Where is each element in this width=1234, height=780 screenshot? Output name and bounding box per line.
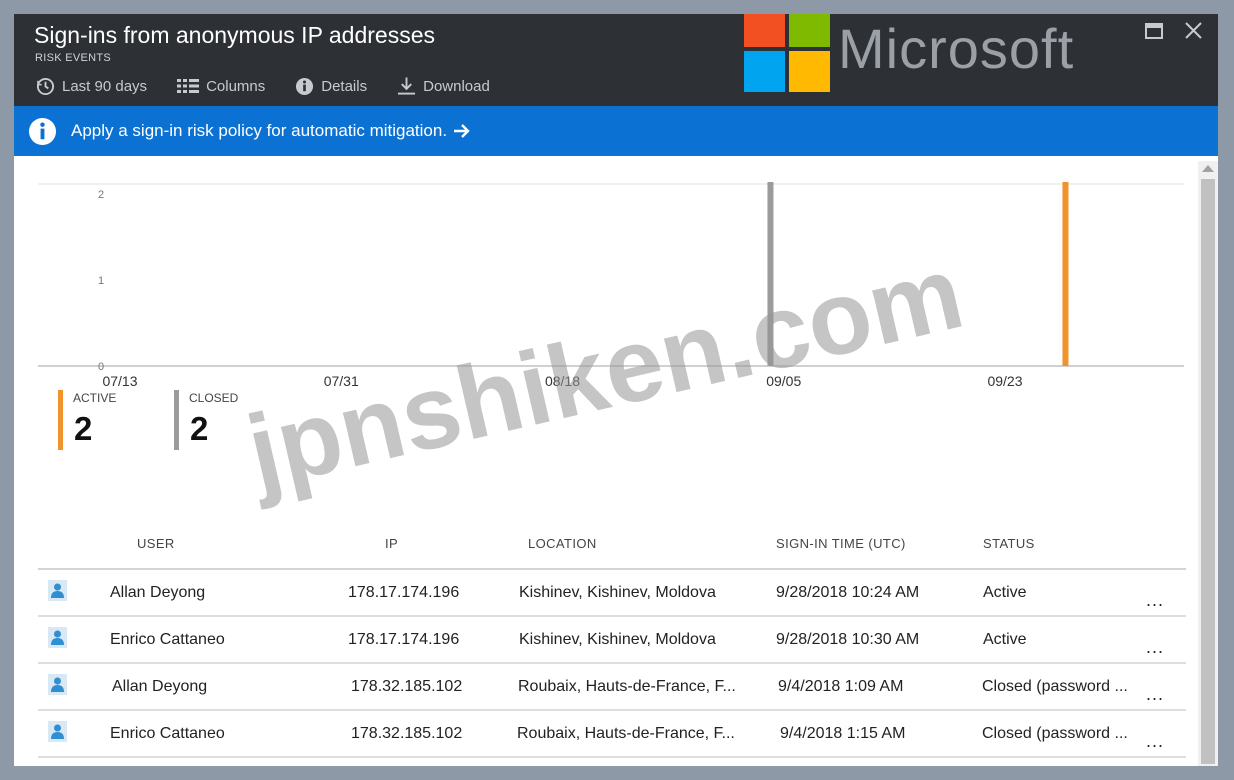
x-tick-label: 07/31	[324, 373, 359, 389]
user-icon	[48, 580, 67, 601]
maximize-icon[interactable]	[1145, 22, 1163, 39]
banner-text[interactable]: Apply a sign-in risk policy for automati…	[71, 121, 447, 141]
scroll-up-arrow-icon[interactable]	[1202, 165, 1214, 172]
logo-green-square	[789, 14, 830, 47]
blade-header: Sign-ins from anonymous IP addresses RIS…	[14, 14, 1218, 106]
chart-svg: 0 1 2 07/13 07/31 08/18 09/05 09/23	[38, 182, 1184, 389]
cell-ip: 178.32.185.102	[351, 678, 463, 695]
last-90-days-button[interactable]: Last 90 days	[36, 77, 147, 96]
row-more-options-button[interactable]: ...	[1146, 684, 1164, 705]
last-90-days-label: Last 90 days	[62, 77, 148, 95]
download-button[interactable]: Download	[397, 76, 490, 96]
row-more-options-button[interactable]: ...	[1146, 731, 1164, 752]
cell-status: Active	[983, 584, 1027, 601]
legend-closed-value: 2	[190, 410, 209, 447]
user-icon	[48, 674, 67, 695]
cell-location: Kishinev, Kishinev, Moldova	[519, 584, 716, 601]
risk-events-blade: Sign-ins from anonymous IP addresses RIS…	[14, 14, 1218, 766]
user-icon	[48, 627, 67, 648]
cell-user: Enrico Cattaneo	[110, 631, 225, 648]
info-icon	[296, 77, 314, 95]
scrollbar-thumb[interactable]	[1201, 179, 1215, 764]
toolbar: Last 90 days Columns Details Download	[36, 74, 520, 98]
cell-status: Closed (password ...	[982, 725, 1128, 742]
columns-icon	[177, 79, 200, 93]
cell-location: Roubaix, Hauts-de-France, F...	[518, 678, 736, 695]
info-icon	[28, 117, 57, 145]
cell-status: Active	[983, 631, 1027, 648]
x-tick-label: 07/13	[102, 373, 137, 389]
cell-time: 9/28/2018 10:24 AM	[776, 584, 920, 601]
legend-active-swatch	[58, 390, 63, 450]
risk-events-table: USER IP LOCATION SIGN-IN TIME (UTC) STAT…	[38, 526, 1186, 758]
logo-text: Microsoft	[838, 17, 1075, 80]
cell-user: Enrico Cattaneo	[110, 725, 225, 742]
legend-active-label: ACTIVE	[73, 391, 117, 405]
legend-closed-label: CLOSED	[189, 391, 239, 405]
table-row[interactable]: Enrico Cattaneo 178.32.185.102 Roubaix, …	[38, 711, 1186, 758]
cell-user: Allan Deyong	[110, 584, 206, 601]
cell-ip: 178.32.185.102	[351, 725, 463, 742]
y-tick-label: 1	[98, 275, 104, 287]
download-label: Download	[423, 77, 490, 95]
arrow-right-icon	[454, 124, 470, 138]
logo-blue-square	[744, 51, 785, 92]
clock-icon	[36, 77, 55, 95]
x-tick-label: 08/18	[545, 373, 580, 389]
cell-location: Kishinev, Kishinev, Moldova	[519, 631, 716, 648]
columns-button[interactable]: Columns	[177, 78, 265, 95]
column-header-status[interactable]: STATUS	[983, 536, 1035, 551]
column-header-user[interactable]: USER	[137, 536, 175, 551]
window-buttons	[1123, 22, 1202, 39]
table-row[interactable]: Allan Deyong 178.32.185.102 Roubaix, Hau…	[38, 664, 1186, 711]
page-subtitle: RISK EVENTS	[35, 52, 112, 64]
details-label: Details	[321, 77, 368, 95]
download-icon	[398, 77, 416, 95]
logo-yellow-square	[789, 51, 830, 92]
vertical-scrollbar[interactable]	[1198, 161, 1218, 766]
table-row[interactable]: Enrico Cattaneo 178.17.174.196 Kishinev,…	[38, 617, 1186, 664]
table-header: USER IP LOCATION SIGN-IN TIME (UTC) STAT…	[38, 526, 1186, 570]
columns-label: Columns	[206, 77, 266, 95]
details-button[interactable]: Details	[295, 77, 367, 96]
row-more-options-button[interactable]: ...	[1146, 637, 1164, 658]
row-more-options-button[interactable]: ...	[1146, 590, 1164, 611]
cell-user: Allan Deyong	[112, 678, 208, 695]
user-icon	[48, 721, 67, 742]
cell-time: 9/4/2018 1:15 AM	[780, 725, 906, 742]
y-tick-label: 2	[98, 189, 104, 201]
column-header-sign-in-time[interactable]: SIGN-IN TIME (UTC)	[776, 536, 906, 551]
page-title: Sign-ins from anonymous IP addresses	[34, 22, 435, 48]
cell-ip: 178.17.174.196	[348, 584, 460, 601]
cell-ip: 178.17.174.196	[348, 631, 460, 648]
column-header-ip[interactable]: IP	[385, 536, 398, 551]
table-row[interactable]: Allan Deyong 178.17.174.196 Kishinev, Ki…	[38, 570, 1186, 617]
x-tick-label: 09/23	[987, 373, 1022, 389]
cell-time: 9/28/2018 10:30 AM	[776, 631, 920, 648]
y-tick-label: 0	[98, 361, 104, 373]
column-header-location[interactable]: LOCATION	[528, 536, 597, 551]
chart-bar-active	[1062, 182, 1069, 366]
cell-status: Closed (password ...	[982, 678, 1128, 695]
cell-time: 9/4/2018 1:09 AM	[778, 678, 904, 695]
legend-active-value: 2	[74, 410, 93, 447]
logo-red-square	[744, 14, 785, 47]
cell-location: Roubaix, Hauts-de-France, F...	[517, 725, 735, 742]
risk-events-chart: 0 1 2 07/13 07/31 08/18 09/05 09/23	[14, 156, 1198, 396]
chart-bar-closed	[767, 182, 774, 366]
microsoft-logo: Microsoft	[744, 14, 1144, 98]
close-icon[interactable]	[1185, 22, 1202, 39]
legend-closed-swatch	[174, 390, 179, 450]
risk-policy-banner[interactable]: Apply a sign-in risk policy for automati…	[14, 106, 1218, 156]
x-tick-label: 09/05	[766, 373, 801, 389]
